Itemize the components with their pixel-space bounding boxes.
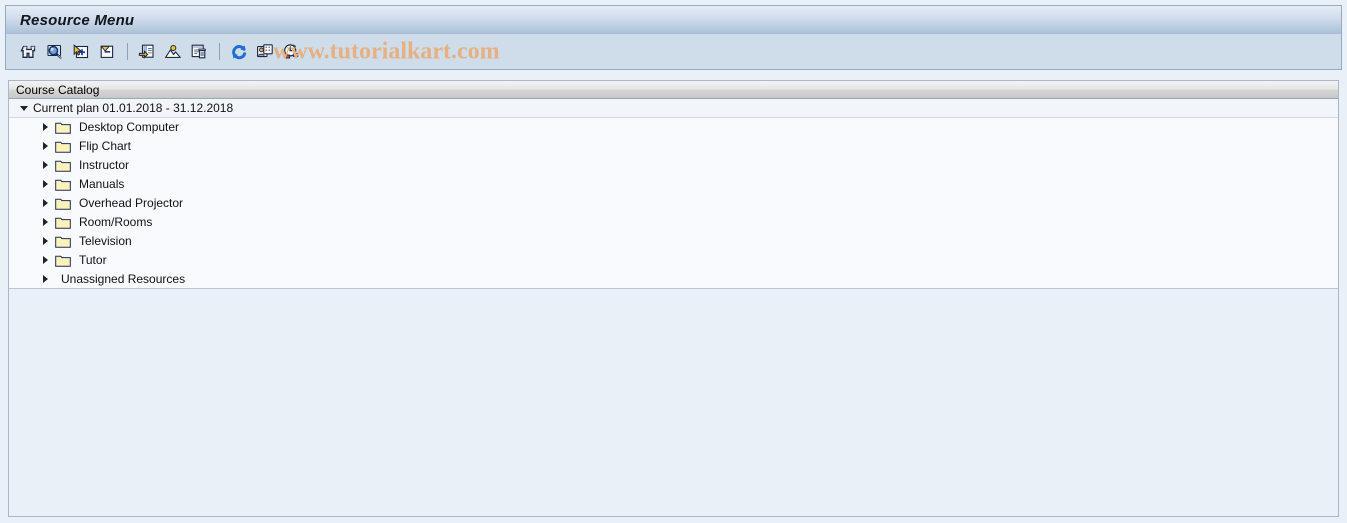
page-title: Resource Menu [20, 11, 135, 29]
folder-icon [55, 140, 71, 153]
tree-row-label: Desktop Computer [79, 120, 180, 134]
refresh-icon[interactable] [227, 40, 251, 64]
toolbar-separator [219, 43, 220, 60]
tree-row-label: Tutor [79, 253, 107, 267]
binoculars-find-icon[interactable] [17, 40, 41, 64]
folder-icon [55, 197, 71, 210]
chevron-right-icon[interactable] [40, 179, 51, 190]
chevron-right-icon[interactable] [40, 122, 51, 133]
toolbar-separator [127, 43, 128, 60]
folder-icon [55, 178, 71, 191]
tree-row-instructor[interactable]: Instructor [9, 156, 1338, 175]
collapse-node-minus-icon[interactable] [95, 40, 119, 64]
chevron-right-icon[interactable] [40, 160, 51, 171]
tree-row-label: Room/Rooms [79, 215, 153, 229]
folder-icon [55, 159, 71, 172]
chevron-right-icon[interactable] [40, 198, 51, 209]
tree-row-room-rooms[interactable]: Room/Rooms [9, 213, 1338, 232]
tree-row-label: Instructor [79, 158, 130, 172]
folder-icon [55, 121, 71, 134]
chevron-right-icon[interactable] [40, 141, 51, 152]
chevron-right-icon[interactable] [40, 236, 51, 247]
folder-icon [55, 216, 71, 229]
tree-row-desktop-computer[interactable]: Desktop Computer [9, 118, 1338, 137]
tree-row-label: Overhead Projector [79, 196, 184, 210]
tree-row-label: Current plan 01.01.2018 - 31.12.2018 [33, 101, 234, 115]
create-document-icon[interactable] [135, 40, 159, 64]
settings-person-icon[interactable] [253, 40, 277, 64]
tree-row-label: Unassigned Resources [61, 272, 186, 286]
tree-body: Current plan 01.01.2018 - 31.12.2018 Des… [9, 99, 1338, 289]
tree-row-flip-chart[interactable]: Flip Chart [9, 137, 1338, 156]
folder-icon [55, 235, 71, 248]
chevron-right-icon[interactable] [40, 274, 51, 285]
magnifier-display-icon[interactable] [43, 40, 67, 64]
chevron-right-icon[interactable] [40, 255, 51, 266]
resource-menu-window: Resource Menu www.tutorialkart.com Cours… [0, 0, 1347, 523]
delete-trash-icon[interactable] [187, 40, 211, 64]
tree-row-television[interactable]: Television [9, 232, 1338, 251]
tree-column-header: Course Catalog [9, 80, 1338, 99]
course-catalog-tree-panel: Course Catalog Current plan 01.01.2018 -… [8, 80, 1339, 517]
tree-column-header-label: Course Catalog [16, 82, 100, 97]
tree-row-unassigned-resources[interactable]: Unassigned Resources [9, 270, 1338, 289]
tutorialkart-watermark: www.tutorialkart.com [273, 38, 500, 64]
tree-row-label: Television [79, 234, 132, 248]
chevron-right-icon[interactable] [40, 217, 51, 228]
tree-row-overhead-projector[interactable]: Overhead Projector [9, 194, 1338, 213]
application-toolbar: www.tutorialkart.com [5, 34, 1342, 70]
tree-row-manuals[interactable]: Manuals [9, 175, 1338, 194]
expand-node-plus-icon[interactable] [69, 40, 93, 64]
tree-row-label: Manuals [79, 177, 125, 191]
tree-row-tutor[interactable]: Tutor [9, 251, 1338, 270]
folder-icon [55, 254, 71, 267]
chevron-down-icon[interactable] [18, 103, 29, 114]
clock-time-icon[interactable] [279, 40, 303, 64]
window-title-bar: Resource Menu [5, 5, 1342, 34]
tree-row-label: Flip Chart [79, 139, 132, 153]
tree-row-root[interactable]: Current plan 01.01.2018 - 31.12.2018 [9, 99, 1338, 118]
picture-graphic-icon[interactable] [161, 40, 185, 64]
